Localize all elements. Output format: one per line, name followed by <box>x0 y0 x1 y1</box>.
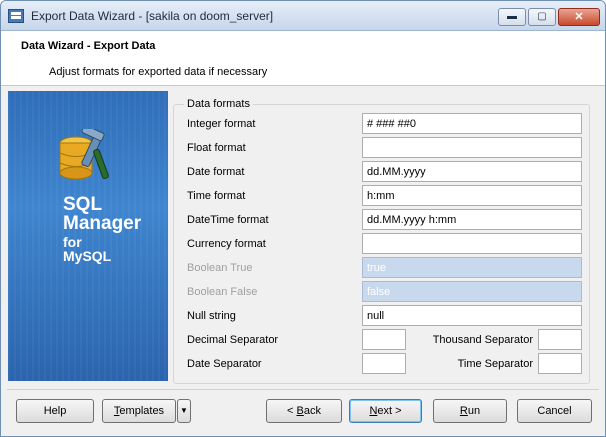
footer-divider <box>7 389 599 390</box>
thousand-separator-input[interactable] <box>538 329 582 350</box>
time-format-label: Time format <box>187 190 246 202</box>
datetime-format-label: DateTime format <box>187 214 269 226</box>
boolean-true-label: Boolean True <box>187 262 253 274</box>
run-button[interactable]: Run <box>433 399 507 423</box>
decimal-separator-label: Decimal Separator <box>187 334 279 346</box>
currency-format-label: Currency format <box>187 238 266 250</box>
product-banner: SQL Manager for MySQL <box>8 91 168 381</box>
wizard-header: Data Wizard - Export Data Adjust formats… <box>1 31 605 86</box>
integer-format-label: Integer format <box>187 118 256 130</box>
null-string-input[interactable] <box>362 305 582 326</box>
float-format-label: Float format <box>187 142 246 154</box>
time-separator-label: Time Separator <box>457 358 533 370</box>
product-name: SQL Manager for MySQL <box>63 195 141 263</box>
time-separator-input[interactable] <box>538 353 582 374</box>
wizard-step-title: Data Wizard - Export Data <box>21 40 156 52</box>
integer-format-input[interactable] <box>362 113 582 134</box>
next-button-label: ext > <box>377 405 402 417</box>
brand-line-sql: SQL <box>63 194 103 215</box>
back-button-mnemonic: B <box>296 405 304 417</box>
back-button-label: ack <box>303 405 321 417</box>
brand-line-for: for <box>63 234 82 250</box>
boolean-false-input <box>362 281 582 302</box>
date-format-input[interactable] <box>362 161 582 182</box>
cancel-button[interactable]: Cancel <box>517 399 592 423</box>
minimize-button[interactable]: ▬ <box>498 8 526 26</box>
date-separator-label: Date Separator <box>187 358 262 370</box>
maximize-button[interactable]: ▢ <box>528 8 556 26</box>
close-button[interactable]: ✕ <box>558 8 600 26</box>
window-title: Export Data Wizard - [sakila on doom_ser… <box>31 9 274 23</box>
title-bar[interactable]: Export Data Wizard - [sakila on doom_ser… <box>1 1 605 31</box>
back-button-prefix: < <box>287 405 297 417</box>
null-string-label: Null string <box>187 310 236 322</box>
help-button[interactable]: Help <box>16 399 94 423</box>
app-icon <box>8 9 24 23</box>
templates-button[interactable]: Templates <box>102 399 176 423</box>
wizard-step-subtitle: Adjust formats for exported data if nece… <box>49 66 268 78</box>
decimal-separator-input[interactable] <box>362 329 406 350</box>
currency-format-input[interactable] <box>362 233 582 254</box>
templates-dropdown-button[interactable]: ▼ <box>177 399 191 423</box>
run-button-label: un <box>467 405 481 417</box>
date-format-label: Date format <box>187 166 245 178</box>
export-data-wizard-window: Export Data Wizard - [sakila on doom_ser… <box>0 0 606 437</box>
brand-line-mysql: MySQL <box>63 248 112 264</box>
datetime-format-input[interactable] <box>362 209 582 230</box>
data-formats-legend: Data formats <box>184 98 253 110</box>
brand-line-manager: Manager <box>63 213 142 234</box>
templates-button-label: emplates <box>119 405 165 417</box>
next-button[interactable]: Next > <box>349 399 422 423</box>
thousand-separator-label: Thousand Separator <box>432 334 533 346</box>
database-tools-icon <box>59 129 109 180</box>
back-button[interactable]: < Back <box>266 399 342 423</box>
chevron-down-icon: ▼ <box>180 406 188 415</box>
boolean-true-input <box>362 257 582 278</box>
float-format-input[interactable] <box>362 137 582 158</box>
boolean-false-label: Boolean False <box>187 286 258 298</box>
run-button-mnemonic: R <box>459 405 468 417</box>
time-format-input[interactable] <box>362 185 582 206</box>
date-separator-input[interactable] <box>362 353 406 374</box>
